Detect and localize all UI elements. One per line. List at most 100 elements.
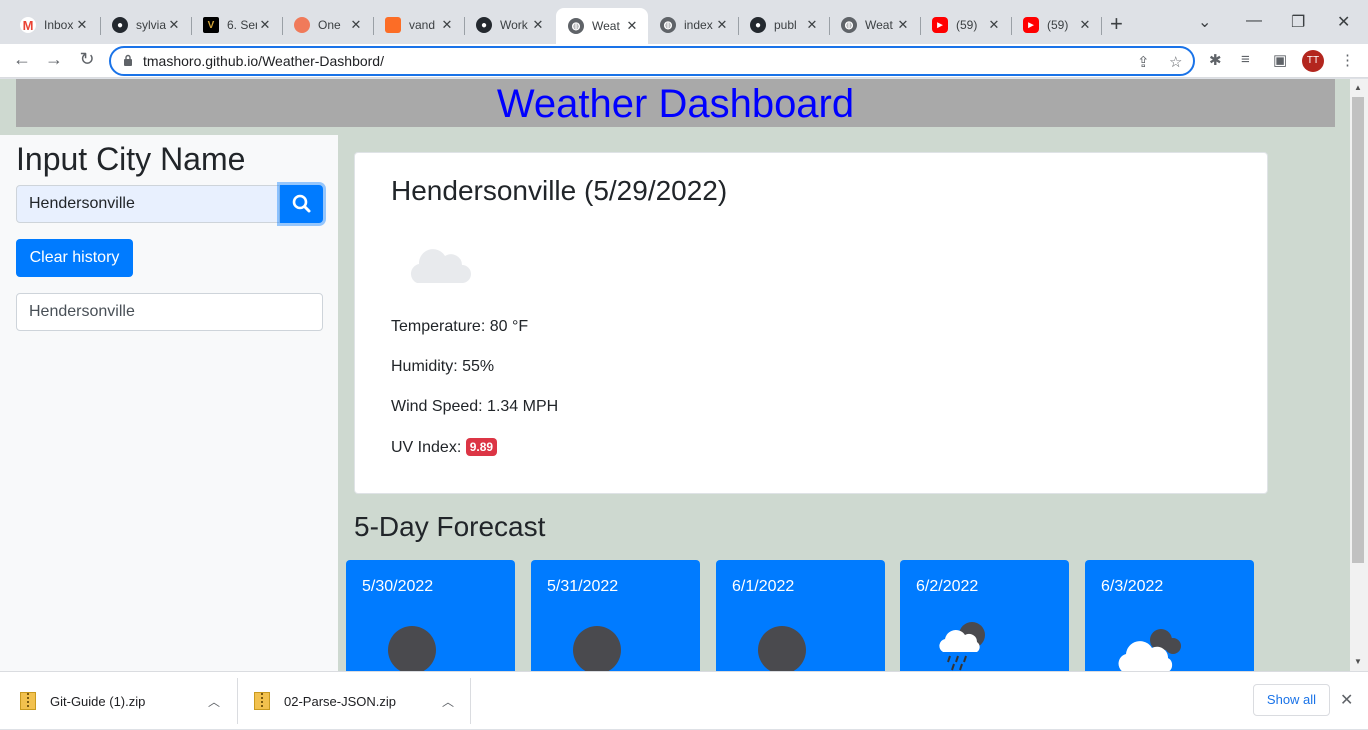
github-icon: ● <box>112 17 128 33</box>
forecast-card: 5/30/2022 <box>346 560 515 671</box>
tab-title: Weat <box>592 19 620 33</box>
cloud-icon <box>410 249 471 283</box>
forecast-card: 6/1/2022 <box>716 560 885 671</box>
app-icon <box>294 17 310 33</box>
tab-title: index <box>684 18 713 32</box>
page-viewport: Weather Dashboard Input City Name Hender… <box>0 79 1350 671</box>
tab-inbox[interactable]: M Inbox ✕ <box>8 8 98 42</box>
tab-github-work[interactable]: ● Work ✕ <box>464 8 554 42</box>
zip-file-icon <box>20 692 36 710</box>
city-search-input[interactable]: Hendersonville <box>16 185 280 223</box>
forward-icon[interactable]: → <box>42 49 66 70</box>
minimize-button[interactable]: — <box>1246 12 1262 30</box>
moon-icon <box>573 626 621 671</box>
scroll-down-icon[interactable]: ▼ <box>1354 657 1362 666</box>
chevron-up-icon[interactable]: ︿ <box>208 693 220 710</box>
uv-index-label: UV Index: <box>391 439 462 456</box>
tab-github-public[interactable]: ● publ ✕ <box>738 8 828 42</box>
page-scrollbar[interactable]: ▲ ▼ <box>1350 79 1368 671</box>
new-tab-button[interactable]: + <box>1110 13 1123 35</box>
search-button[interactable] <box>280 185 323 223</box>
bookmark-star-icon[interactable]: ☆ <box>1169 53 1182 71</box>
tab-title: 6. Ser <box>227 18 257 32</box>
close-icon[interactable]: ✕ <box>257 17 273 33</box>
reload-icon[interactable]: ↻ <box>75 49 99 70</box>
youtube-icon: ▶ <box>932 17 948 33</box>
page-header: Weather Dashboard <box>16 79 1335 127</box>
gmail-icon: M <box>20 17 36 33</box>
share-icon[interactable]: ⇪ <box>1137 53 1150 71</box>
close-icon[interactable]: ✕ <box>439 17 455 33</box>
github-icon: ● <box>750 17 766 33</box>
media-queue-icon[interactable]: ≡ <box>1241 51 1250 68</box>
temperature-text: Temperature: 80 °F <box>391 318 529 335</box>
close-icon[interactable]: ✕ <box>986 17 1002 33</box>
close-icon[interactable]: ✕ <box>804 17 820 33</box>
download-bar: Git-Guide (1).zip ︿ 02-Parse-JSON.zip ︿ … <box>0 671 1368 729</box>
download-item[interactable]: 02-Parse-JSON.zip ︿ <box>254 672 460 730</box>
tab-github-sylvia[interactable]: ● sylvia ✕ <box>100 8 190 42</box>
tab-weather-2[interactable]: ◍ Weat ✕ <box>829 8 919 42</box>
close-icon[interactable]: ✕ <box>1340 690 1353 710</box>
download-item[interactable]: Git-Guide (1).zip ︿ <box>20 672 226 730</box>
show-all-button[interactable]: Show all <box>1253 684 1330 716</box>
chevron-up-icon[interactable]: ︿ <box>442 693 454 710</box>
extensions-icon[interactable]: ✱ <box>1209 51 1222 69</box>
side-panel-icon[interactable]: ▣ <box>1273 51 1287 69</box>
forecast-date: 6/2/2022 <box>916 578 979 595</box>
sidebar-heading: Input City Name <box>16 141 246 177</box>
tab-title: One <box>318 18 341 32</box>
wind-speed-text: Wind Speed: 1.34 MPH <box>391 398 559 415</box>
close-icon[interactable]: ✕ <box>895 17 911 33</box>
history-item[interactable]: Hendersonville <box>16 293 323 331</box>
close-icon[interactable]: ✕ <box>530 17 546 33</box>
humidity-text: Humidity: 55% <box>391 358 495 375</box>
download-filename: 02-Parse-JSON.zip <box>284 693 396 709</box>
back-icon[interactable]: ← <box>10 49 34 70</box>
tab-weather-active[interactable]: ◍ Weat ✕ <box>556 8 648 44</box>
tab-index[interactable]: ◍ index ✕ <box>648 8 738 42</box>
globe-icon: ◍ <box>568 18 584 34</box>
tab-youtube-1[interactable]: ▶ (59) ✕ <box>920 8 1010 42</box>
close-icon[interactable]: ✕ <box>74 17 90 33</box>
tab-gitlab[interactable]: vand ✕ <box>373 8 463 42</box>
tab-vanderbilt[interactable]: V 6. Ser ✕ <box>191 8 281 42</box>
tab-title: vand <box>409 18 436 32</box>
close-icon[interactable]: ✕ <box>1077 17 1093 33</box>
close-icon[interactable]: ✕ <box>348 17 364 33</box>
rain-cloud-icon <box>939 622 985 671</box>
forecast-date: 6/3/2022 <box>1101 578 1164 595</box>
close-icon[interactable]: ✕ <box>714 17 730 33</box>
tab-title: sylvia <box>136 18 166 32</box>
close-icon[interactable]: ✕ <box>166 17 182 33</box>
profile-avatar[interactable]: TT <box>1302 50 1324 72</box>
scroll-up-icon[interactable]: ▲ <box>1354 83 1362 92</box>
tab-youtube-2[interactable]: ▶ (59) ✕ <box>1011 8 1101 42</box>
clear-history-button[interactable]: Clear history <box>16 239 133 277</box>
close-window-button[interactable]: ✕ <box>1337 12 1350 32</box>
tab-title: publ <box>774 18 797 32</box>
page-title: Weather Dashboard <box>496 82 855 126</box>
scrollbar-thumb[interactable] <box>1352 97 1364 563</box>
forecast-date: 6/1/2022 <box>732 578 795 595</box>
tab-search-icon[interactable]: ⌄ <box>1198 12 1211 32</box>
current-weather-heading: Hendersonville (5/29/2022) <box>391 175 728 206</box>
github-icon: ● <box>476 17 492 33</box>
url-text: tmashoro.github.io/Weather-Dashbord/ <box>143 53 384 69</box>
zip-file-icon <box>254 692 270 710</box>
forecast-title: 5-Day Forecast <box>354 511 546 542</box>
menu-icon[interactable]: ⋮ <box>1340 51 1355 69</box>
sidebar: Input City Name Hendersonville Clear his… <box>0 135 338 671</box>
address-bar[interactable]: tmashoro.github.io/Weather-Dashbord/ ⇪ ☆ <box>109 46 1195 76</box>
moon-icon <box>388 626 436 671</box>
vanderbilt-icon: V <box>203 17 219 33</box>
cloudy-icon <box>1118 629 1181 671</box>
forecast-date: 5/31/2022 <box>547 578 619 595</box>
moon-icon <box>758 626 806 671</box>
current-weather-card: Hendersonville (5/29/2022) Temperature: … <box>354 152 1268 494</box>
gitlab-icon <box>385 17 401 33</box>
restore-button[interactable]: ❐ <box>1291 12 1305 32</box>
uv-index-row: UV Index: 9.89 <box>391 438 498 457</box>
close-icon[interactable]: ✕ <box>624 18 640 34</box>
tab-one[interactable]: One ✕ <box>282 8 372 42</box>
